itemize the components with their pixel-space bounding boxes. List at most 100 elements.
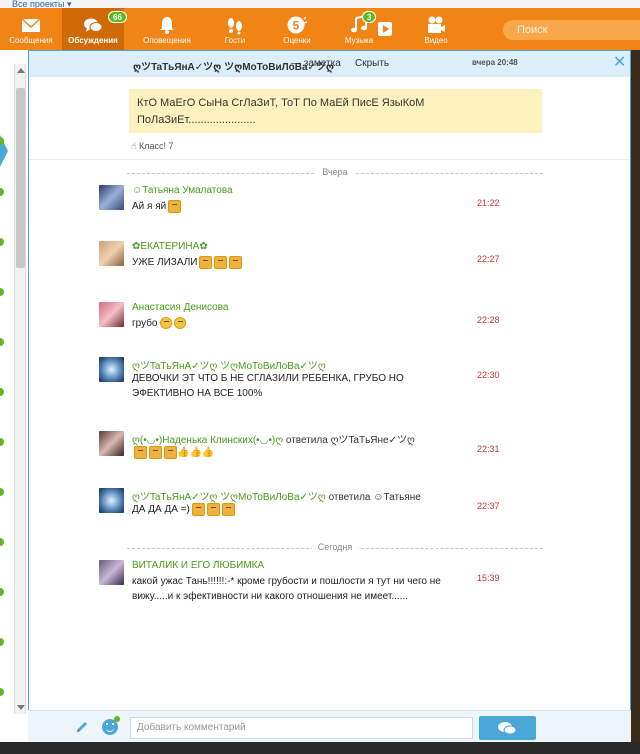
nav-video[interactable]: Видео bbox=[405, 8, 467, 50]
divider bbox=[29, 159, 630, 160]
comment-item: ღ(•◡•)Наденька Клинских(•◡•)ღ ответила ღ… bbox=[99, 431, 539, 461]
nav-video-label: Видео bbox=[424, 36, 448, 45]
send-button[interactable] bbox=[479, 716, 536, 740]
nav-ratings[interactable]: 5 Оценки bbox=[266, 8, 328, 50]
smiley-icon bbox=[159, 317, 172, 330]
avatar[interactable] bbox=[99, 488, 124, 513]
page-bottom-strip bbox=[0, 742, 640, 754]
scrollbar-thumb[interactable] bbox=[16, 88, 25, 268]
emoticon-icon bbox=[164, 445, 177, 459]
comment-text: ДА ДА ДА =) bbox=[132, 502, 442, 517]
play-icon[interactable] bbox=[378, 22, 392, 36]
online-dot bbox=[0, 688, 4, 696]
online-dot bbox=[0, 488, 4, 496]
close-icon[interactable]: ✕ bbox=[613, 54, 626, 72]
online-dot bbox=[0, 338, 4, 346]
discussion-note-label: — заметка bbox=[291, 58, 341, 69]
emoticon-icon bbox=[206, 502, 220, 516]
nav-messages-label: Сообщения bbox=[9, 36, 53, 45]
comment-item: ВИТАЛИК И ЕГО ЛЮБИМКА какой ужас Тань!!!… bbox=[99, 560, 539, 620]
avatar[interactable] bbox=[99, 357, 124, 382]
scroll-down-icon[interactable] bbox=[17, 705, 25, 710]
comment-author[interactable]: ღツTaTьЯнА✓ツღ ツღМоТоВиЛоВа✓ツღ bbox=[132, 357, 326, 372]
avatar[interactable] bbox=[99, 185, 124, 210]
all-projects-link[interactable]: Все проекты ▾ bbox=[12, 0, 72, 8]
nav-discussions[interactable]: 66 Обсуждения bbox=[62, 8, 127, 50]
klass-label: Класс! 7 bbox=[139, 141, 174, 151]
nav-messages[interactable]: Сообщения bbox=[0, 8, 62, 50]
day-separator-label: Сегодня bbox=[311, 542, 359, 552]
nav-notifications[interactable]: Оповещения bbox=[136, 8, 198, 50]
comment-time: 22:30 bbox=[477, 370, 500, 380]
scroll-up-icon[interactable] bbox=[17, 68, 25, 73]
comment-author[interactable]: Анастасия Денисова bbox=[132, 302, 228, 313]
nav-guests-label: Гости bbox=[224, 36, 246, 45]
avatar[interactable] bbox=[99, 302, 124, 327]
avatar[interactable] bbox=[99, 431, 124, 456]
emoticon-icon bbox=[191, 502, 205, 516]
svg-text:5: 5 bbox=[293, 19, 300, 33]
discussion-time: вчера 20:48 bbox=[472, 58, 518, 67]
comment-text: какой ужас Тань!!!!!!:-* кроме грубости … bbox=[132, 576, 441, 602]
vertical-scrollbar[interactable] bbox=[14, 64, 26, 714]
comment-input[interactable]: Добавить комментарий bbox=[130, 717, 473, 739]
bell-icon bbox=[160, 17, 174, 34]
discussions-badge: 66 bbox=[108, 11, 127, 23]
nav-guests[interactable]: Гости bbox=[204, 8, 266, 50]
search-input[interactable]: Поиск bbox=[503, 20, 640, 40]
comment-footer: Добавить комментарий bbox=[28, 710, 631, 742]
online-dot bbox=[0, 638, 4, 646]
nav-music-label: Музыка bbox=[344, 36, 374, 45]
comment-text: УЖЕ ЛИЗАЛИ bbox=[132, 255, 442, 270]
comment-item: ☺Татьяна Умалатова Ай я яй 21:22 bbox=[99, 185, 539, 215]
comment-author[interactable]: ღ(•◡•)Наденька Клинских(•◡•)ღ ответила ღ… bbox=[132, 431, 415, 446]
smile-picker-icon[interactable] bbox=[102, 716, 120, 735]
hide-button[interactable]: Скрыть bbox=[355, 58, 389, 69]
page-background-strip bbox=[631, 50, 640, 754]
online-dot bbox=[0, 538, 4, 546]
emoticon-icon bbox=[199, 255, 213, 269]
comment-item: ღツTaTьЯнА✓ツღ ツღМоТоВиЛоВа✓ツღ ответила ☺Т… bbox=[99, 488, 539, 518]
emoticon-icon bbox=[134, 445, 147, 459]
discussion-panel: ღツTaTьЯнА✓ツღ ツღМоТоВиЛоВа✓ツღ — заметка С… bbox=[28, 50, 631, 742]
discussion-header: ღツTaTьЯнА✓ツღ ツღМоТоВиЛоВа✓ツღ — заметка С… bbox=[29, 51, 630, 77]
online-dot bbox=[0, 588, 4, 596]
online-dot bbox=[0, 238, 4, 246]
comment-text: 👍👍👍 bbox=[132, 445, 442, 460]
comment-time: 21:22 bbox=[477, 198, 500, 208]
emoticon-icon bbox=[229, 255, 243, 269]
main-navbar: Сообщения 66 Обсуждения Оповещения Гости… bbox=[0, 8, 640, 50]
nav-ratings-label: Оценки bbox=[283, 36, 311, 45]
nav-music[interactable]: 3 Музыка bbox=[328, 8, 392, 50]
avatar[interactable] bbox=[99, 241, 124, 266]
comment-time: 15:39 bbox=[477, 573, 500, 583]
nav-discussions-label: Обсуждения bbox=[68, 36, 118, 45]
comment-text: Ай я яй bbox=[132, 199, 442, 214]
comment-author[interactable]: ✿ЕКАТЕРИНА✿ bbox=[132, 241, 208, 252]
emoticon-icon bbox=[149, 445, 162, 459]
comment-item: ✿ЕКАТЕРИНА✿ УЖЕ ЛИЗАЛИ 22:27 bbox=[99, 241, 539, 271]
online-dot bbox=[0, 288, 4, 296]
comment-item: ღツTaTьЯнА✓ツღ ツღМоТоВиЛоВа✓ツღ ДЕВОЧКИ ЭТ … bbox=[99, 357, 539, 402]
smile-icon: ☺ bbox=[132, 185, 143, 196]
comment-text: ДЕВОЧКИ ЭТ ЧТО Б НЕ СГЛАЗИЛИ РЕБЕНКА, ГР… bbox=[132, 373, 404, 399]
online-dot bbox=[0, 388, 4, 396]
comment-author[interactable]: ☺Татьяна Умалатова bbox=[132, 185, 233, 196]
chat-bubbles-icon bbox=[84, 18, 103, 32]
rating-5-icon: 5 bbox=[287, 16, 307, 34]
thumbs-up-icon: 👍👍👍 bbox=[177, 447, 215, 458]
comment-time: 22:37 bbox=[477, 501, 500, 511]
pencil-icon[interactable] bbox=[75, 720, 89, 734]
comment-item: Анастасия Денисова грубо 22:28 bbox=[99, 302, 539, 332]
comment-author[interactable]: ВИТАЛИК И ЕГО ЛЮБИМКА bbox=[132, 560, 264, 571]
emoticon-icon bbox=[221, 502, 235, 516]
comment-author[interactable]: ღツTaTьЯнА✓ツღ ツღМоТоВиЛоВа✓ツღ ответила ☺Т… bbox=[132, 488, 421, 503]
comment-time: 22:27 bbox=[477, 254, 500, 264]
comment-time: 22:28 bbox=[477, 315, 500, 325]
send-chat-icon bbox=[498, 722, 517, 735]
klass-button[interactable]: ☝ Класс! 7 bbox=[131, 141, 174, 152]
avatar[interactable] bbox=[99, 560, 124, 585]
smiley-icon bbox=[173, 317, 186, 330]
flower-icon: ✿ bbox=[199, 241, 208, 252]
online-dot bbox=[0, 188, 4, 196]
